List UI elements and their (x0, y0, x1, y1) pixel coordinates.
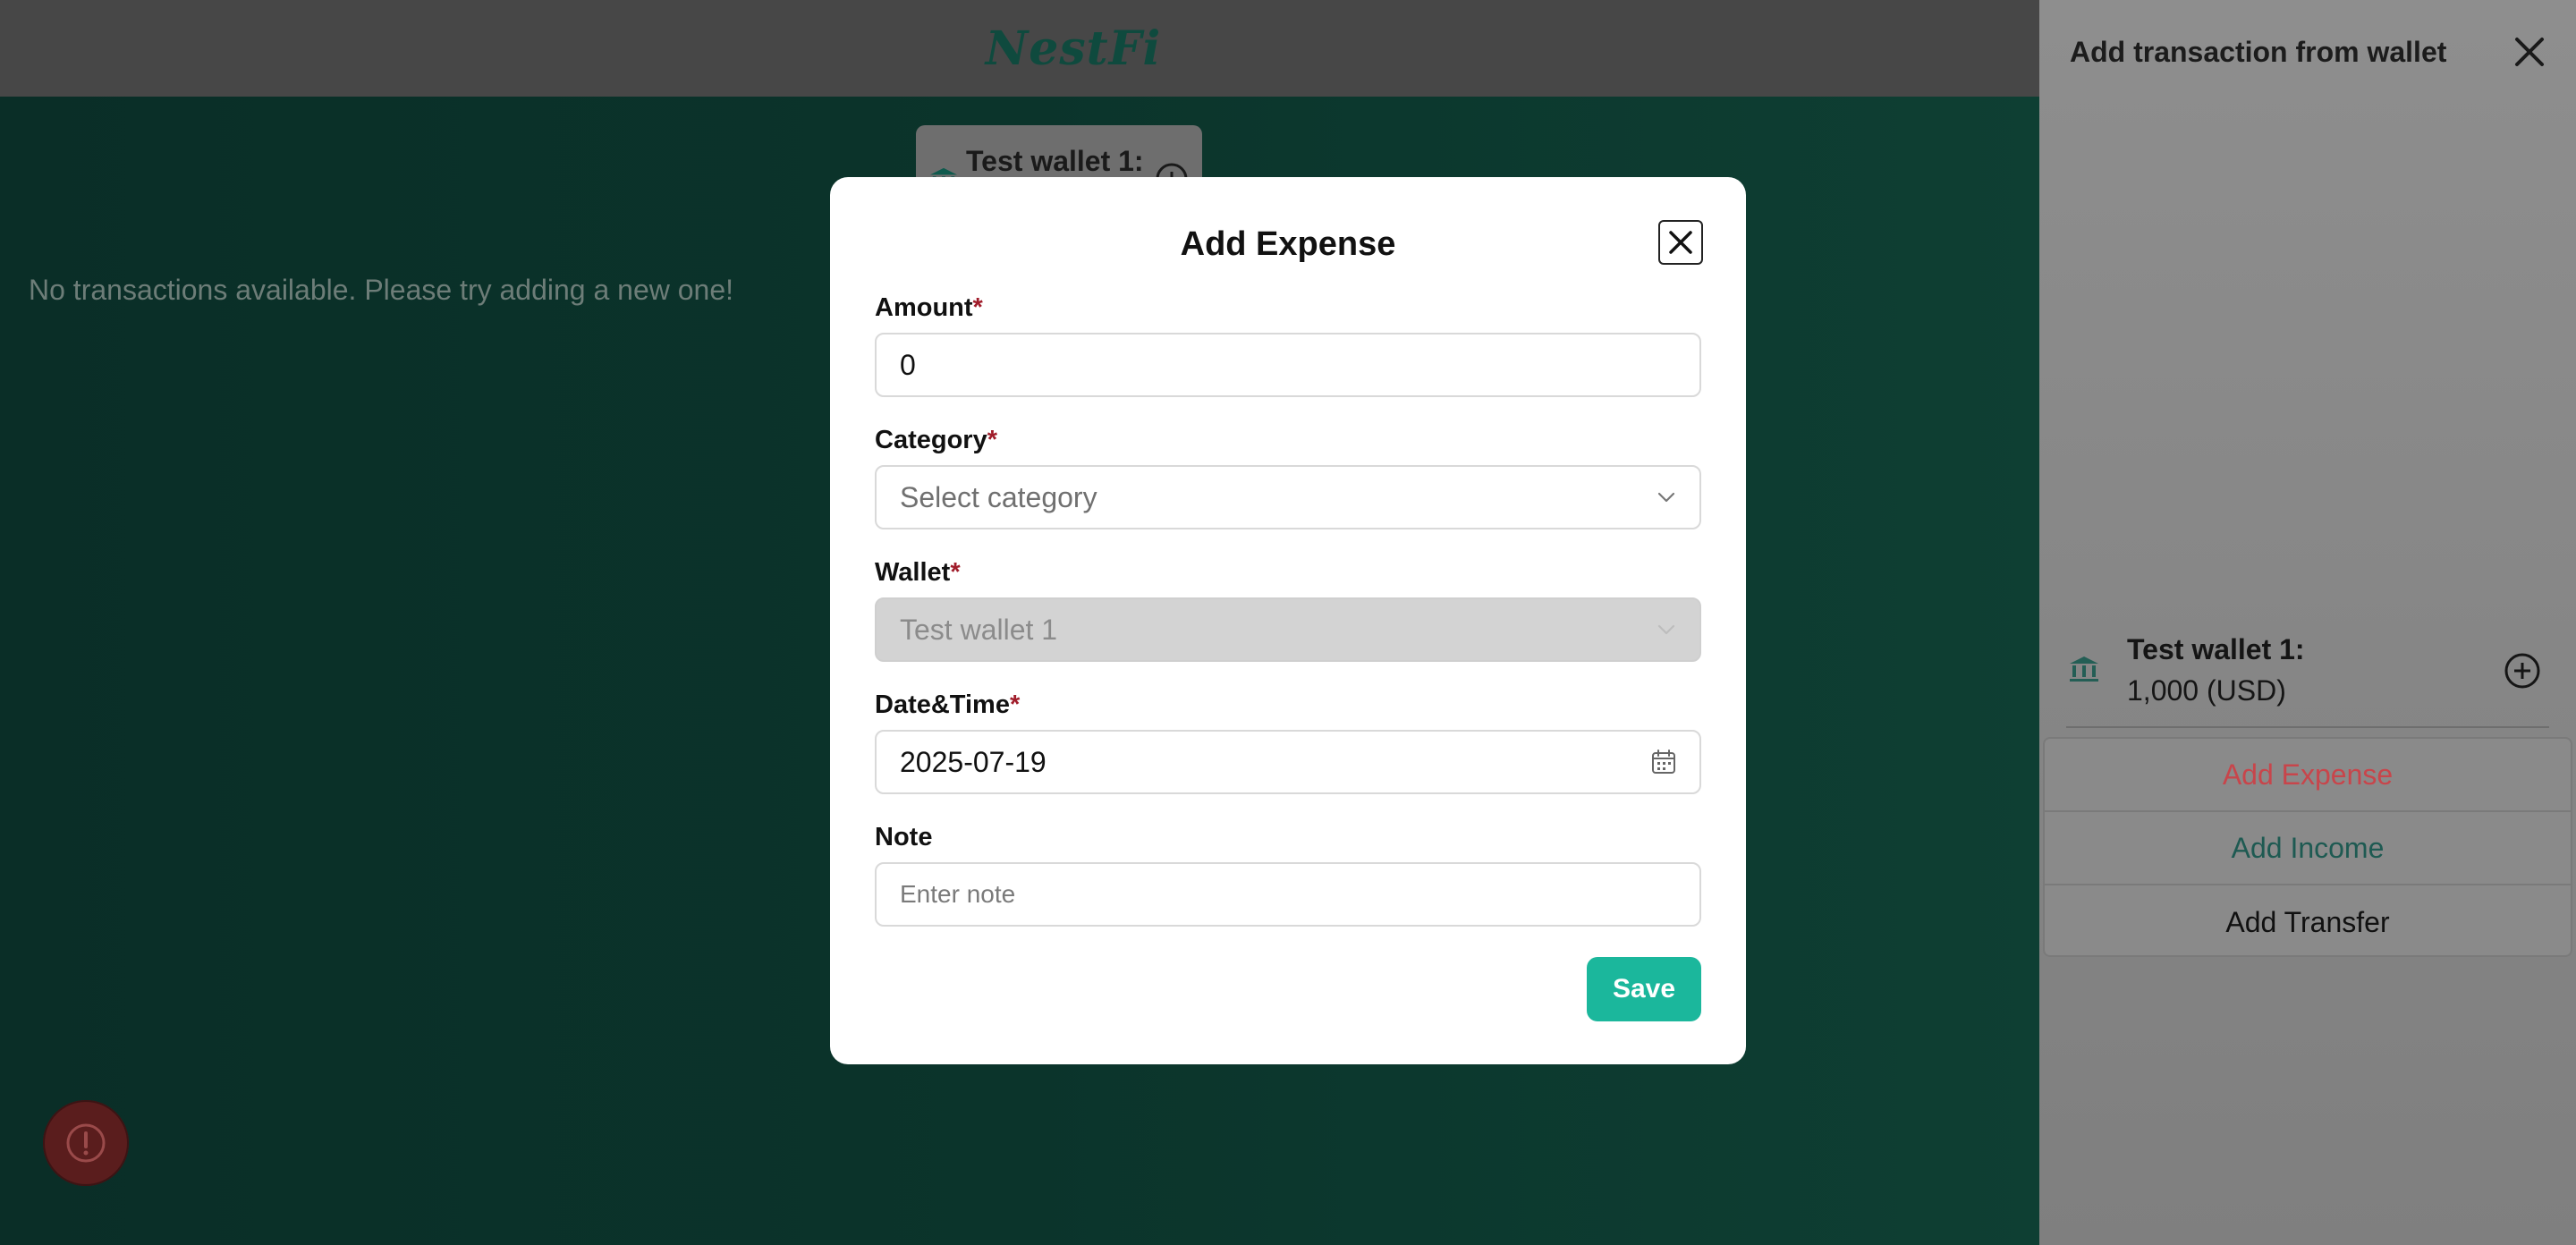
app-header: NestFi (0, 0, 2039, 97)
save-button[interactable]: Save (1587, 957, 1701, 1021)
modal-close-button[interactable] (1658, 220, 1703, 265)
add-expense-modal: Add Expense Amount* 0 Category* Select c… (830, 177, 1746, 1064)
wallet-balance: 1,000 (USD) (2127, 674, 2286, 707)
category-placeholder: Select category (900, 480, 1097, 513)
wallet-select: Test wallet 1 (875, 597, 1701, 662)
required-mark: * (972, 293, 983, 322)
wallet-label-text: Wallet (875, 558, 951, 587)
note-label-text: Note (875, 823, 933, 851)
amount-input[interactable]: 0 (875, 333, 1701, 397)
wallet-tab-label: Test wallet 1: (966, 145, 1144, 177)
datetime-input[interactable]: 2025-07-19 (875, 730, 1701, 794)
datetime-label-text: Date&Time (875, 690, 1010, 719)
datetime-value: 2025-07-19 (900, 745, 1046, 778)
add-expense-option[interactable]: Add Expense (2045, 739, 2571, 812)
calendar-icon[interactable] (1649, 748, 1678, 776)
drawer-wallet-row: Test wallet 1: 1,000 (USD) (2066, 628, 2549, 728)
empty-transactions-message: No transactions available. Please try ad… (29, 274, 734, 306)
transaction-action-menu: Add Expense Add Income Add Transfer (2043, 737, 2572, 957)
required-mark: * (950, 558, 961, 587)
add-transfer-option[interactable]: Add Transfer (2045, 885, 2571, 959)
report-button[interactable] (43, 1100, 129, 1186)
close-icon (1669, 231, 1692, 254)
note-input[interactable]: Enter note (875, 862, 1701, 927)
datetime-label: Date&Time* (875, 690, 1020, 720)
drawer-title: Add transaction from wallet (2070, 36, 2447, 68)
add-income-option[interactable]: Add Income (2045, 812, 2571, 885)
required-mark: * (1009, 690, 1021, 719)
close-icon[interactable] (2510, 32, 2549, 72)
note-placeholder: Enter note (900, 880, 1016, 908)
required-mark: * (987, 426, 997, 454)
wallet-label: Wallet* (875, 558, 961, 588)
wallet-name: Test wallet 1: (2127, 633, 2305, 665)
bank-icon (2070, 656, 2098, 682)
chevron-down-icon (1657, 624, 1675, 635)
category-label: Category* (875, 426, 997, 455)
amount-label: Amount* (875, 293, 983, 323)
alert-circle-icon (66, 1123, 106, 1163)
add-transaction-drawer: Add transaction from wallet Test wallet … (2039, 0, 2576, 1245)
note-label: Note (875, 823, 932, 852)
category-label-text: Category (875, 426, 987, 454)
modal-title: Add Expense (1180, 225, 1396, 263)
app-logo: NestFi (985, 21, 1162, 76)
app-root: NestFi Test wallet 1: No transactions av… (0, 0, 2576, 1245)
plus-circle-icon[interactable] (2503, 651, 2542, 690)
category-select[interactable]: Select category (875, 465, 1701, 529)
chevron-down-icon (1657, 492, 1675, 503)
amount-value: 0 (900, 348, 916, 381)
amount-label-text: Amount (875, 293, 973, 322)
wallet-select-value: Test wallet 1 (900, 613, 1058, 646)
